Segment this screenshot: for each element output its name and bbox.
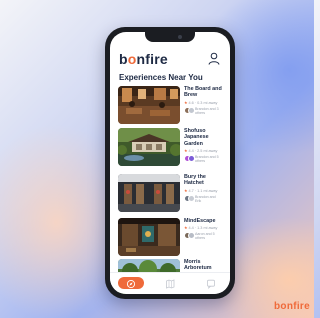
experience-card[interactable]: Bury the Hatchet ★ 4.7 · 1.1 mi away Bra… [118,174,224,212]
experience-info: MindEscape ★ 4.4 · 1.3 mi away Aaron and… [184,218,226,240]
friends-text: Brandon and 5 others [195,155,227,163]
friends-text-line: others [195,110,205,115]
tab-map[interactable] [157,277,183,289]
star-icon: ★ [184,149,188,154]
compass-icon [126,279,136,289]
friends-text: Brandon and Erik [195,195,227,203]
camera-icon [178,35,182,39]
app-logo: bonfire [119,51,168,67]
experience-photo [118,174,180,212]
friends-text: Brandon and 3 others [195,107,227,115]
experience-photo [118,86,180,124]
star-icon: ★ [184,100,188,105]
avatar [188,106,195,114]
experience-title-line: MindEscape [184,218,216,224]
rating-distance: 4.4 · 1.3 mi away [188,226,218,231]
friends-row: Brandon and Erik [184,194,227,203]
rating-distance: 4.6 · 0.3 mi away [188,100,218,105]
experience-card[interactable]: The Board and Brew ★ 4.6 · 0.3 mi away B… [118,86,224,124]
experience-title-line: Hatchet [184,180,204,187]
friends-row: Aaron and 5 others [184,232,226,240]
friends-text: Aaron and 5 others [195,232,227,240]
friends-text-line: Erik [195,198,202,203]
tab-explore[interactable] [118,277,144,289]
avatar [188,232,195,240]
star-icon: ★ [184,226,188,231]
experience-info: Shofuso Japanese Garden ★ 4.4 · 2.5 mi a… [184,128,226,163]
experience-photo [118,128,180,166]
avatar [188,194,195,202]
chat-icon [207,279,215,289]
app-header: bonfire [110,48,230,70]
friends-text-line: others [195,236,205,241]
experience-title: Morris Arboretum [184,259,226,272]
experience-info: Bury the Hatchet ★ 4.7 · 1.1 mi away Bra… [184,174,226,203]
experience-title: Bury the Hatchet [184,174,226,187]
experience-title: The Board and Brew [184,86,226,99]
experience-meta: ★ 4.4 · 1.3 mi away [184,225,226,230]
friends-text-line: others [195,159,205,164]
tab-chat[interactable] [198,277,224,289]
logo-part: b [119,51,128,67]
rating-distance: 4.4 · 2.5 mi away [188,149,218,154]
friends-row: Brandon and 3 others [184,106,227,115]
experience-title: Shofuso Japanese Garden [184,128,226,147]
section-title: Experiences Near You [119,73,203,82]
experience-info: The Board and Brew ★ 4.6 · 0.3 mi away B… [184,86,226,115]
rating-distance: 4.7 · 1.1 mi away [188,188,218,193]
experience-card[interactable]: Shofuso Japanese Garden ★ 4.4 · 2.5 mi a… [118,128,224,166]
friends-row: Brandon and 5 others [184,155,226,163]
experience-meta: ★ 4.6 · 0.3 mi away [184,100,226,105]
experience-meta: ★ 4.4 · 2.5 mi away [184,148,226,153]
phone-frame: bonfire Experiences Near You The Board a… [105,27,235,299]
experience-title-line: Brew [184,92,198,99]
experience-photo [118,218,180,256]
experience-title-line: Arboretum [184,265,212,272]
experience-title-line: Garden [184,140,203,147]
bottom-tab-bar [110,272,230,294]
logo-part: nfire [136,51,168,67]
user-icon[interactable] [208,52,220,65]
phone-notch [145,32,195,42]
avatar [188,155,195,163]
star-icon: ★ [184,188,188,193]
experience-meta: ★ 4.7 · 1.1 mi away [184,188,226,193]
map-icon [166,279,175,289]
logo-flame-o: o [127,51,137,67]
experience-card[interactable]: MindEscape ★ 4.4 · 1.3 mi away Aaron and… [118,218,224,256]
corner-brand-text: bonfire [274,301,310,312]
phone-screen: bonfire Experiences Near You The Board a… [110,32,230,294]
experience-title: MindEscape [184,218,226,224]
